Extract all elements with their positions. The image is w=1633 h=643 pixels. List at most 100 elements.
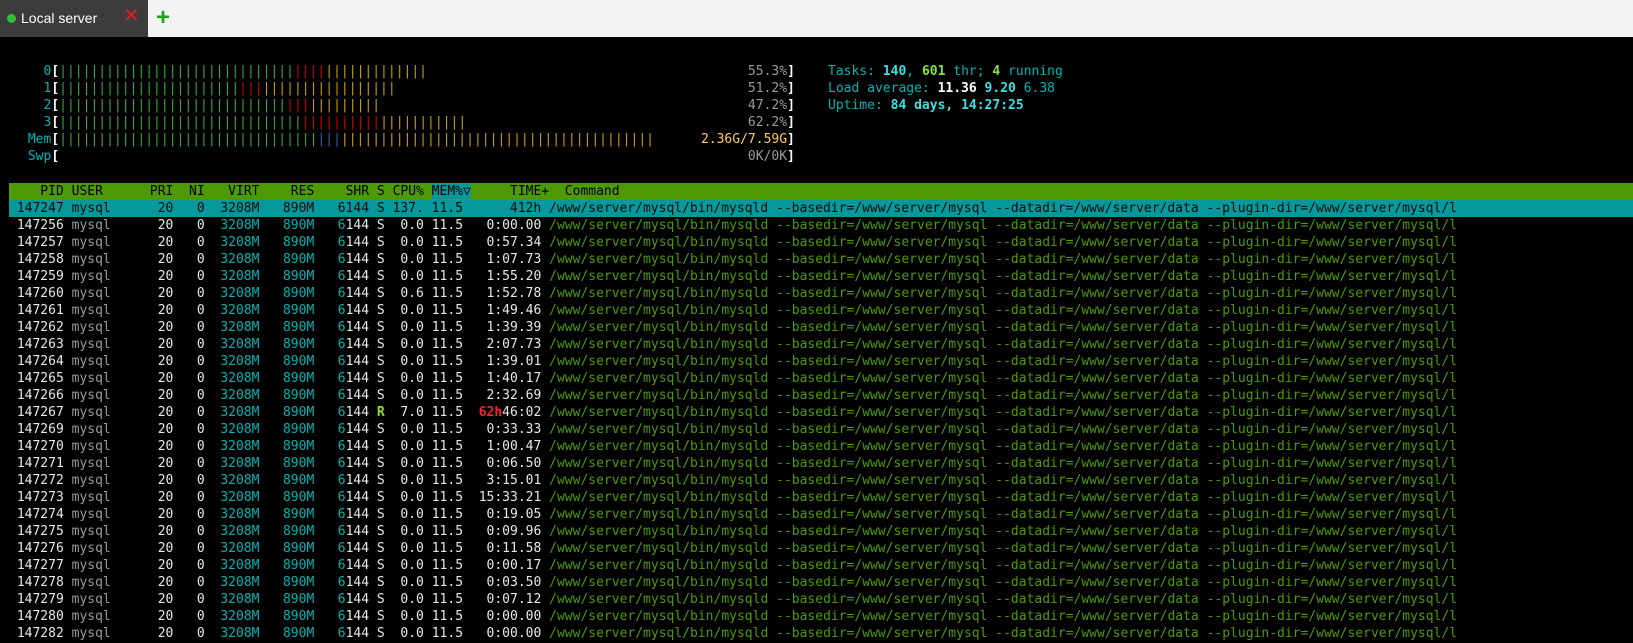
table-row[interactable]: 147269 mysql 20 0 3208M 890M 6144 S 0.0 …: [9, 422, 1457, 437]
command-cell: /www/server/mysql/bin/mysqld --basedir=/…: [541, 575, 1458, 590]
time-cell: 1:00.47: [486, 439, 542, 454]
shr-cell-prefix: 6: [337, 626, 346, 641]
terminal[interactable]: 0[||||||||||||||||||||||||||||||||||||||…: [0, 37, 1633, 643]
table-row[interactable]: 147260 mysql 20 0 3208M 890M 6144 S 0.6 …: [9, 286, 1457, 301]
shr-cell-prefix: 6: [337, 354, 346, 369]
ni-cell: 0: [173, 541, 205, 556]
column-header-ni[interactable]: NI: [173, 184, 205, 199]
process-list[interactable]: 147256 mysql 20 0 3208M 890M 6144 S 0.0 …: [9, 217, 1457, 642]
table-row[interactable]: 147258 mysql 20 0 3208M 890M 6144 S 0.0 …: [9, 252, 1457, 267]
table-row[interactable]: 147276 mysql 20 0 3208M 890M 6144 S 0.0 …: [9, 541, 1457, 556]
tab-local-server[interactable]: Local server ✕: [0, 0, 148, 37]
table-row[interactable]: 147261 mysql 20 0 3208M 890M 6144 S 0.0 …: [9, 303, 1457, 318]
selected-process-row[interactable]: 147247 mysql 20 0 3208M 890M 6144 S 137.…: [9, 200, 1633, 217]
column-header-mem-sorted[interactable]: MEM%: [431, 184, 464, 199]
column-header-cpu[interactable]: CPU%: [385, 184, 424, 199]
mem-meter-bar-cache: ||||||||||||||||||||||||||||||||||||||||: [340, 132, 654, 147]
table-row[interactable]: 147279 mysql 20 0 3208M 890M 6144 S 0.0 …: [9, 592, 1457, 607]
tab-label: Local server: [21, 10, 98, 26]
mem-cell: 11.5: [423, 354, 464, 369]
table-row[interactable]: 147270 mysql 20 0 3208M 890M 6144 S 0.0 …: [9, 439, 1457, 454]
virt-cell: 3208M: [204, 371, 260, 386]
pri-cell: 20: [142, 388, 174, 403]
column-header-virt[interactable]: VIRT: [205, 184, 259, 199]
cpu-cell: 0.0: [384, 541, 424, 556]
mem-cell: 11.5: [423, 303, 464, 318]
time-cell: 3:15.01: [486, 473, 542, 488]
table-row[interactable]: 147267 mysql 20 0 3208M 890M 6144 R 7.0 …: [9, 405, 1457, 420]
column-header-user[interactable]: USER: [64, 184, 142, 199]
pid-cell: 147275: [9, 524, 64, 539]
mem-cell: 11.5: [423, 388, 464, 403]
shr-cell: 144: [345, 473, 370, 488]
mem-cell: 11.5: [423, 626, 464, 641]
pri-cell: 20: [142, 626, 174, 641]
column-header-time[interactable]: TIME+: [471, 184, 549, 199]
table-row[interactable]: 147278 mysql 20 0 3208M 890M 6144 S 0.0 …: [9, 575, 1457, 590]
pri-cell: 20: [142, 575, 174, 590]
virt-cell: 3208M: [204, 575, 260, 590]
column-header-command[interactable]: Command: [549, 184, 620, 199]
table-row[interactable]: 147280 mysql 20 0 3208M 890M 6144 S 0.0 …: [9, 609, 1457, 624]
table-row[interactable]: 147277 mysql 20 0 3208M 890M 6144 S 0.0 …: [9, 558, 1457, 573]
pid-cell: 147267: [9, 405, 64, 420]
res-cell: 890M: [259, 286, 315, 301]
cpu-cell: 0.6: [384, 286, 424, 301]
time-cell: 1:39.01: [486, 354, 542, 369]
pid-cell: 147265: [9, 371, 64, 386]
column-header-pid[interactable]: PID: [9, 184, 64, 199]
column-header-shr[interactable]: SHR: [314, 184, 370, 199]
column-header-res[interactable]: RES: [260, 184, 315, 199]
mem-cell: 11.5: [423, 337, 464, 352]
table-row[interactable]: 147265 mysql 20 0 3208M 890M 6144 S 0.0 …: [9, 371, 1457, 386]
shr-cell: 144: [345, 235, 370, 250]
sort-descending-icon: ▽: [463, 184, 471, 199]
table-row[interactable]: 147262 mysql 20 0 3208M 890M 6144 S 0.0 …: [9, 320, 1457, 335]
res-cell: 890M: [259, 439, 315, 454]
user-cell: mysql: [63, 388, 143, 403]
table-row[interactable]: 147282 mysql 20 0 3208M 890M 6144 S 0.0 …: [9, 626, 1457, 641]
table-row[interactable]: 147264 mysql 20 0 3208M 890M 6144 S 0.0 …: [9, 354, 1457, 369]
plus-icon[interactable]: +: [156, 6, 170, 30]
mem-cell: 11.5: [423, 507, 464, 522]
user-cell: mysql: [63, 524, 143, 539]
pri-cell: 20: [142, 286, 174, 301]
column-header-pri[interactable]: PRI: [142, 184, 174, 199]
cpu-cell: 0.0: [384, 592, 424, 607]
shr-cell-prefix: 6: [337, 456, 346, 471]
table-row[interactable]: 147273 mysql 20 0 3208M 890M 6144 S 0.0 …: [9, 490, 1457, 505]
column-header-s[interactable]: S: [369, 184, 385, 199]
user-cell: mysql: [63, 218, 143, 233]
shr-cell: 144: [345, 218, 370, 233]
user-cell: mysql: [63, 235, 143, 250]
mem-meter-label: Mem: [20, 132, 52, 147]
cpu-cell: 0.0: [384, 235, 424, 250]
virt-cell: 3208M: [204, 388, 260, 403]
pri-cell: 20: [142, 524, 174, 539]
shr-cell-prefix: 6: [337, 405, 346, 420]
close-x-icon[interactable]: ✕: [123, 6, 140, 26]
table-row[interactable]: 147271 mysql 20 0 3208M 890M 6144 S 0.0 …: [9, 456, 1457, 471]
process-table-header[interactable]: PID USER PRI NI VIRT RES SHR S CPU% MEM%…: [9, 183, 1633, 200]
virt-cell: 3208M: [204, 252, 260, 267]
table-row[interactable]: 147266 mysql 20 0 3208M 890M 6144 S 0.0 …: [9, 388, 1457, 403]
pid-cell: 147278: [9, 575, 64, 590]
table-row[interactable]: 147263 mysql 20 0 3208M 890M 6144 S 0.0 …: [9, 337, 1457, 352]
meter-bracket: ]: [787, 98, 795, 113]
meter-bracket: ]: [787, 64, 795, 79]
time-cell: 1:49.46: [486, 303, 542, 318]
state-cell: S: [369, 524, 385, 539]
table-row[interactable]: 147257 mysql 20 0 3208M 890M 6144 S 0.0 …: [9, 235, 1457, 250]
cpu-meter-percent: 55.3%: [747, 64, 788, 79]
table-row[interactable]: 147259 mysql 20 0 3208M 890M 6144 S 0.0 …: [9, 269, 1457, 284]
pid-cell: 147264: [9, 354, 64, 369]
connection-status-dot: [7, 14, 16, 23]
table-row[interactable]: 147274 mysql 20 0 3208M 890M 6144 S 0.0 …: [9, 507, 1457, 522]
table-row[interactable]: 147275 mysql 20 0 3208M 890M 6144 S 0.0 …: [9, 524, 1457, 539]
table-row[interactable]: 147272 mysql 20 0 3208M 890M 6144 S 0.0 …: [9, 473, 1457, 488]
table-row[interactable]: 147256 mysql 20 0 3208M 890M 6144 S 0.0 …: [9, 218, 1457, 233]
shr-cell-prefix: 6: [337, 286, 346, 301]
res-cell: 890M: [259, 473, 315, 488]
virt-cell: 3208M: [204, 405, 260, 420]
threads-label: thr;: [953, 64, 985, 79]
